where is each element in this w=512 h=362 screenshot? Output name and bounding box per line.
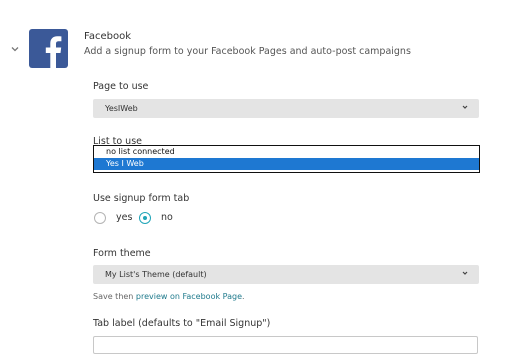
signup-tab-label: Use signup form tab	[93, 193, 190, 204]
integration-description: Add a signup form to your Facebook Pages…	[84, 46, 411, 57]
form-theme-value: My List's Theme (default)	[105, 270, 207, 279]
page-to-use-label: Page to use	[93, 81, 149, 92]
tab-label-label: Tab label (defaults to "Email Signup")	[93, 318, 271, 329]
list-option-yes-i-web[interactable]: Yes I Web	[94, 158, 479, 170]
facebook-logo-icon	[29, 29, 68, 68]
page-to-use-select[interactable]: YesIWeb	[93, 99, 479, 118]
page-to-use-value: YesIWeb	[105, 104, 138, 113]
form-theme-select[interactable]: My List's Theme (default)	[93, 265, 479, 284]
signup-tab-yes-label[interactable]: yes	[116, 212, 132, 223]
chevron-down-icon[interactable]	[9, 43, 21, 55]
list-option-no-list[interactable]: no list connected	[94, 146, 479, 158]
chevron-down-icon	[462, 105, 468, 109]
form-theme-label: Form theme	[93, 248, 151, 259]
form-theme-hint: Save then preview on Facebook Page.	[93, 292, 245, 301]
hint-text: Save then	[93, 292, 136, 301]
signup-tab-no-label[interactable]: no	[161, 212, 173, 223]
hint-period: .	[242, 292, 245, 301]
signup-tab-no-radio[interactable]	[139, 212, 151, 224]
signup-tab-yes-radio[interactable]	[94, 212, 106, 224]
list-to-use-dropdown[interactable]: no list connected Yes I Web	[93, 145, 480, 173]
tab-label-input[interactable]	[93, 336, 478, 354]
chevron-down-icon	[462, 271, 468, 275]
integration-title: Facebook	[84, 31, 131, 42]
preview-facebook-link[interactable]: preview on Facebook Page	[136, 292, 242, 301]
